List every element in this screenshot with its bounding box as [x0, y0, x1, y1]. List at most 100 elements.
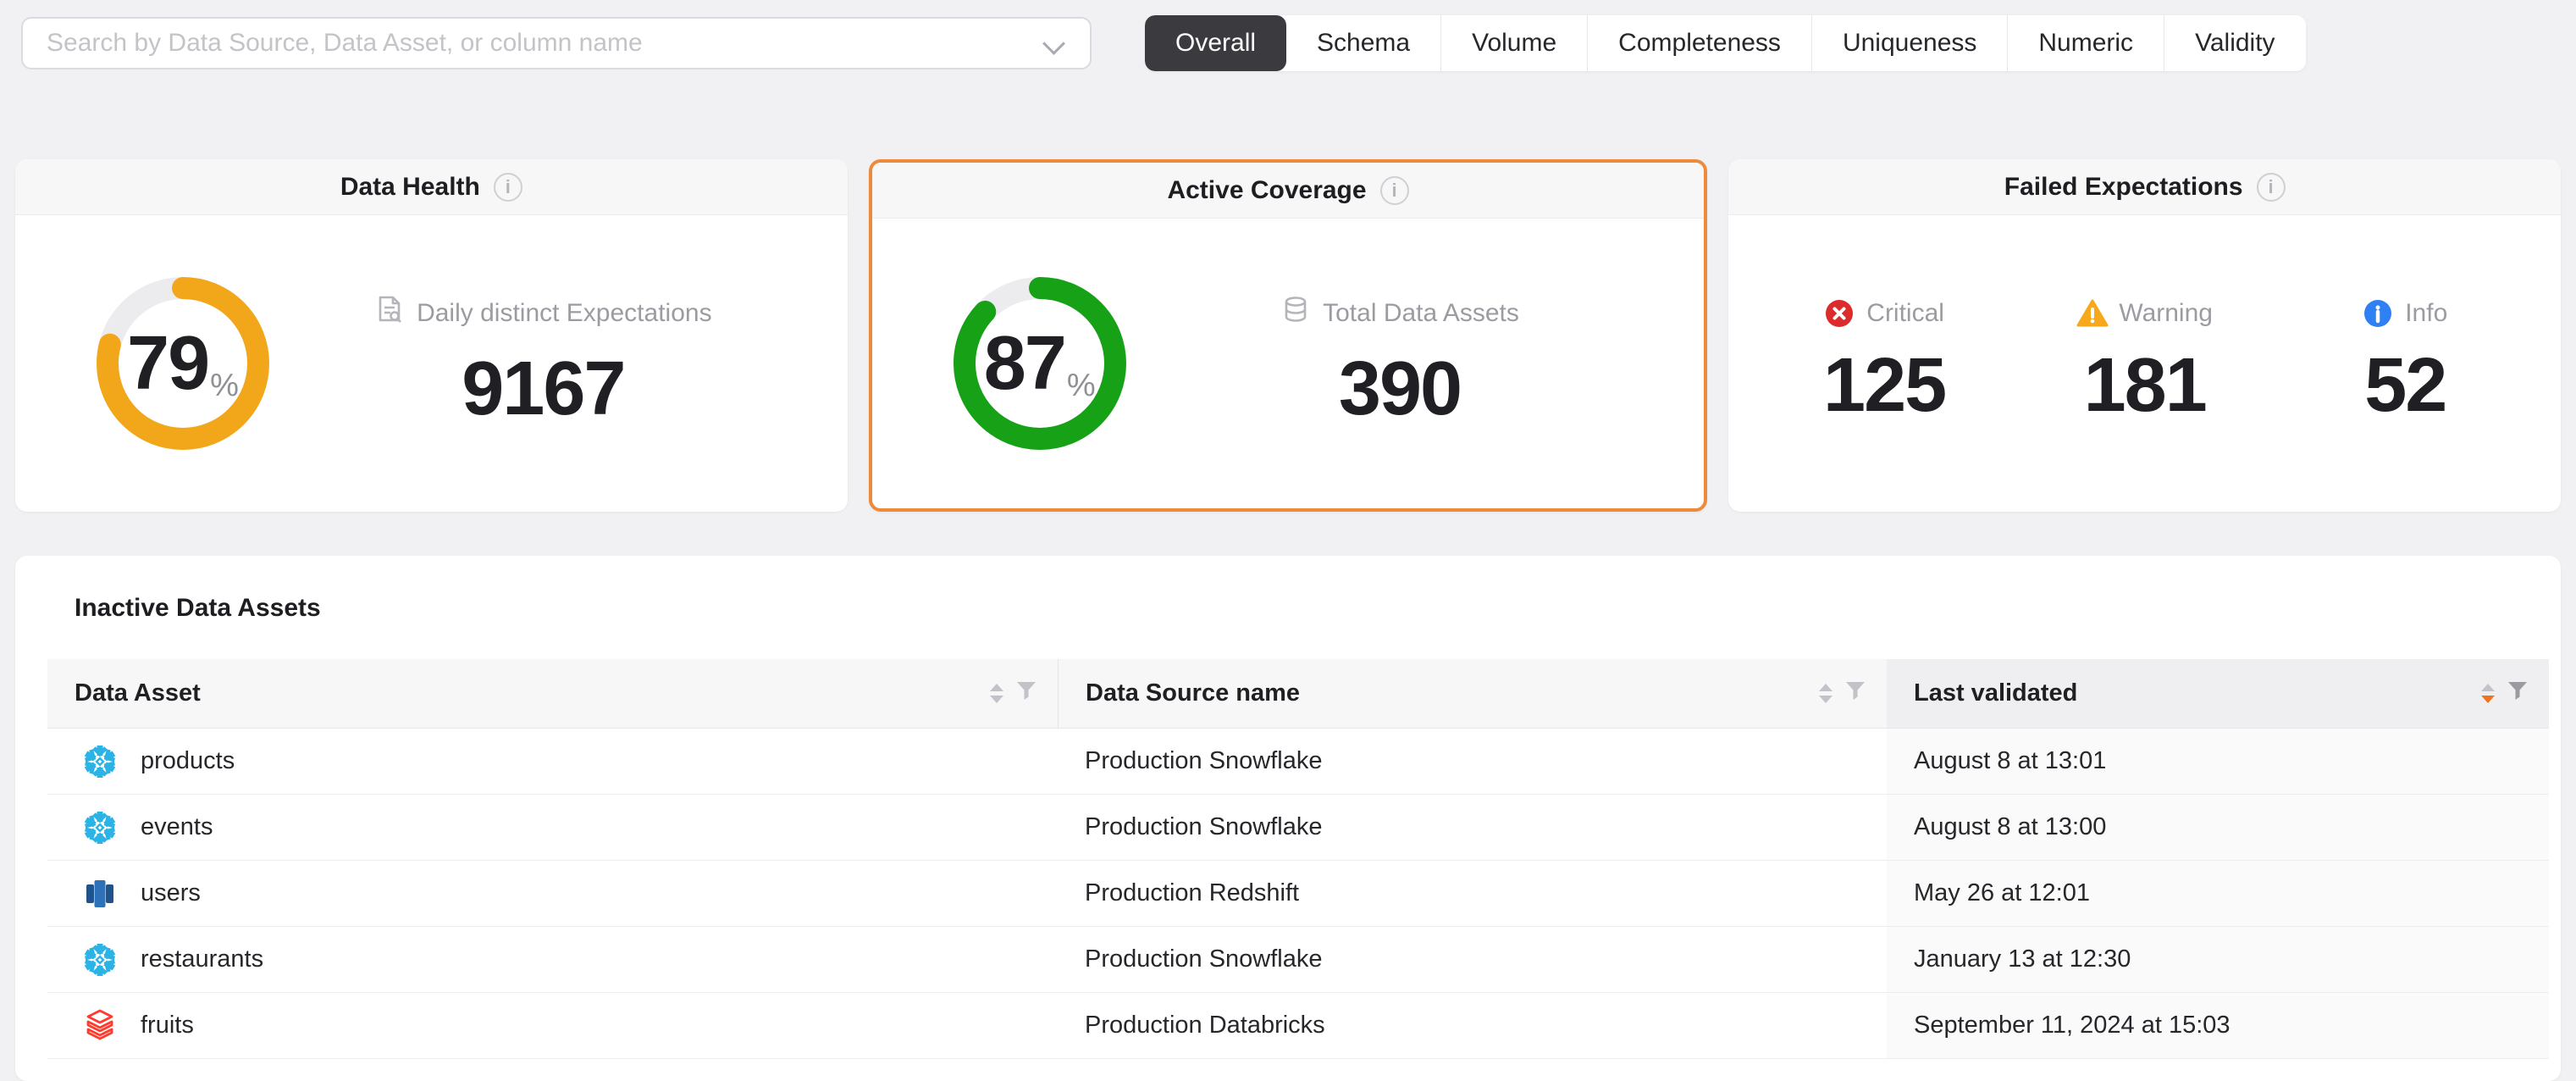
- stat-label: Daily distinct Expectations: [417, 299, 712, 328]
- card-title: Data Health: [340, 173, 480, 202]
- cell-last-validated: August 8 at 13:01: [1887, 729, 2549, 794]
- donut-percent-value: 87: [984, 320, 1065, 407]
- failed-stat-critical: Critical 125: [1754, 298, 2015, 430]
- inactive-assets-table: Data Asset Data Source name: [47, 659, 2549, 1059]
- snowflake-icon: [81, 941, 119, 978]
- card-active-coverage[interactable]: Active Coverage i 87 % Total Da: [869, 159, 1708, 512]
- card-failed-expectations[interactable]: Failed Expectations i Critical 125 Warni…: [1728, 159, 2561, 512]
- chevron-down-icon[interactable]: [1044, 32, 1066, 54]
- cell-data-asset: events: [47, 795, 1058, 860]
- snowflake-icon: [81, 743, 119, 780]
- redshift-icon: [81, 875, 119, 912]
- tab-completeness[interactable]: Completeness: [1587, 15, 1811, 71]
- donut-percent-label: 79 %: [93, 274, 273, 453]
- cell-data-source: Production Databricks: [1058, 993, 1887, 1058]
- card-failed-expectations-header: Failed Expectations i: [1728, 159, 2561, 215]
- info-icon[interactable]: i: [494, 173, 522, 202]
- table-row-events[interactable]: events Production Snowflake August 8 at …: [47, 795, 2549, 861]
- asset-name: events: [141, 813, 213, 841]
- stat-value: 181: [2084, 342, 2206, 430]
- stat-label: Total Data Assets: [1323, 299, 1519, 328]
- cell-data-source: Production Snowflake: [1058, 927, 1887, 992]
- donut-percent-value: 79: [127, 320, 208, 407]
- tab-uniqueness[interactable]: Uniqueness: [1811, 15, 2007, 71]
- tab-validity[interactable]: Validity: [2164, 15, 2305, 71]
- cell-data-asset: restaurants: [47, 927, 1058, 992]
- stat-label: Info: [2405, 299, 2447, 328]
- table-header-row: Data Asset Data Source name: [47, 659, 2549, 729]
- database-icon: [1280, 295, 1311, 332]
- card-active-coverage-header: Active Coverage i: [872, 163, 1705, 219]
- cell-data-source: Production Redshift: [1058, 861, 1887, 926]
- inactive-data-assets-panel: Inactive Data Assets Data Asset Data Sou…: [15, 556, 2561, 1081]
- table-row-users[interactable]: users Production Redshift May 26 at 12:0…: [47, 861, 2549, 927]
- stat-label-row: Total Data Assets: [1280, 295, 1519, 332]
- cell-data-source: Production Snowflake: [1058, 729, 1887, 794]
- stat-label: Warning: [2119, 299, 2213, 328]
- failed-stat-warning: Warning 181: [2015, 298, 2275, 430]
- column-header-data-source-name[interactable]: Data Source name: [1058, 659, 1887, 728]
- table-row-products[interactable]: products Production Snowflake August 8 a…: [47, 729, 2549, 795]
- asset-name: restaurants: [141, 945, 263, 973]
- filter-icon[interactable]: [1844, 679, 1866, 708]
- cell-last-validated: May 26 at 12:01: [1887, 861, 2549, 926]
- card-title: Active Coverage: [1167, 176, 1366, 205]
- table-row-restaurants[interactable]: restaurants Production Snowflake January…: [47, 927, 2549, 993]
- info-icon[interactable]: i: [2257, 173, 2286, 202]
- card-data-health-body: 79 % Daily distinct Expectations 9167: [15, 215, 848, 512]
- tab-volume[interactable]: Volume: [1440, 15, 1587, 71]
- asset-name: fruits: [141, 1012, 194, 1039]
- sort-icon[interactable]: [990, 684, 1003, 703]
- info-icon: [2363, 298, 2393, 329]
- filter-icon[interactable]: [1015, 679, 1037, 708]
- panel-title: Inactive Data Assets: [75, 593, 2561, 624]
- snowflake-icon: [81, 809, 119, 846]
- card-active-coverage-body: 87 % Total Data Assets 390: [872, 219, 1705, 508]
- card-data-health-header: Data Health i: [15, 159, 848, 215]
- percent-sign: %: [1067, 368, 1096, 404]
- card-title: Failed Expectations: [2004, 173, 2243, 202]
- kpi-cards-row: Data Health i 79 % Daily distinct Expec: [15, 159, 2561, 512]
- info-icon[interactable]: i: [1380, 176, 1409, 205]
- tab-overall[interactable]: Overall: [1145, 15, 1286, 71]
- stat-label-row: Daily distinct Expectations: [374, 295, 712, 332]
- total-data-assets-stat: Total Data Assets 390: [1130, 295, 1671, 433]
- databricks-icon: [81, 1007, 119, 1045]
- stat-value: 9167: [462, 346, 624, 433]
- failed-stat-info: Info 52: [2275, 298, 2535, 430]
- asset-name: products: [141, 747, 235, 775]
- document-search-icon: [374, 295, 405, 332]
- sort-icon-descending-active[interactable]: [2481, 684, 2495, 703]
- cell-data-asset: fruits: [47, 993, 1058, 1058]
- critical-icon: [1824, 298, 1855, 329]
- search-input[interactable]: [21, 17, 1092, 69]
- column-header-last-validated[interactable]: Last validated: [1887, 659, 2549, 728]
- stat-label-row: Warning: [2076, 298, 2213, 329]
- stat-value: 52: [2364, 342, 2446, 430]
- column-header-data-asset[interactable]: Data Asset: [47, 659, 1058, 728]
- percent-sign: %: [210, 368, 239, 404]
- sort-icon[interactable]: [1819, 684, 1832, 703]
- column-label: Data Asset: [75, 679, 990, 707]
- table-row-fruits[interactable]: fruits Production Databricks September 1…: [47, 993, 2549, 1059]
- failed-expectations-body: Critical 125 Warning 181 Info 52: [1728, 215, 2561, 512]
- stat-label: Critical: [1866, 299, 1944, 328]
- tab-numeric[interactable]: Numeric: [2007, 15, 2164, 71]
- cell-data-asset: products: [47, 729, 1058, 794]
- daily-expectations-stat: Daily distinct Expectations 9167: [273, 295, 814, 433]
- asset-name: users: [141, 879, 201, 907]
- column-label: Data Source name: [1086, 679, 1819, 707]
- donut-percent-label: 87 %: [950, 274, 1130, 453]
- cell-data-source: Production Snowflake: [1058, 795, 1887, 860]
- cell-last-validated: September 11, 2024 at 15:03: [1887, 993, 2549, 1058]
- search-field[interactable]: [47, 29, 1044, 58]
- column-label: Last validated: [1914, 679, 2481, 707]
- data-health-donut-chart: 79 %: [93, 274, 273, 453]
- stat-label-row: Info: [2363, 298, 2447, 329]
- tab-schema[interactable]: Schema: [1286, 15, 1440, 71]
- card-data-health[interactable]: Data Health i 79 % Daily distinct Expec: [15, 159, 848, 512]
- filter-icon[interactable]: [2507, 679, 2529, 708]
- metric-tab-group: OverallSchemaVolumeCompletenessUniquenes…: [1145, 15, 2306, 71]
- cell-last-validated: August 8 at 13:00: [1887, 795, 2549, 860]
- stat-value: 390: [1339, 346, 1461, 433]
